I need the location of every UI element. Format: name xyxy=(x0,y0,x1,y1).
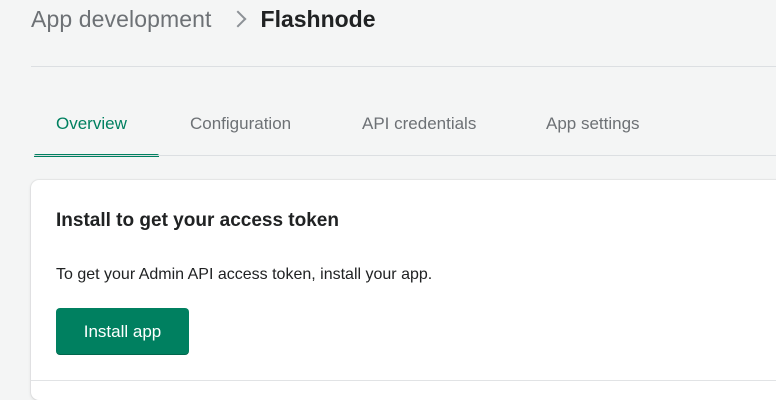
tab-overview-label: Overview xyxy=(56,114,127,133)
tab-api-credentials[interactable]: API credentials xyxy=(331,92,515,156)
tab-api-credentials-label: API credentials xyxy=(362,114,477,133)
tab-configuration-label: Configuration xyxy=(190,114,292,133)
tab-app-settings[interactable]: App settings xyxy=(515,92,665,156)
page-header: App development Flashnode xyxy=(31,2,376,36)
card-description: To get your Admin API access token, inst… xyxy=(56,266,433,283)
page-title: Flashnode xyxy=(260,5,376,32)
tab-app-settings-label: App settings xyxy=(546,114,640,133)
card-section-divider xyxy=(31,380,776,381)
tab-configuration[interactable]: Configuration xyxy=(159,92,331,156)
card-title: Install to get your access token xyxy=(56,210,339,231)
tab-bar: Overview Configuration API credentials A… xyxy=(34,92,776,157)
header-divider xyxy=(31,66,776,67)
install-app-button[interactable]: Install app xyxy=(56,308,189,355)
install-card: Install to get your access token To get … xyxy=(31,180,776,400)
tab-overview[interactable]: Overview xyxy=(34,92,159,157)
tabs-divider xyxy=(34,155,776,156)
breadcrumb-parent-link[interactable]: App development xyxy=(31,6,212,33)
page: App development Flashnode Overview Confi… xyxy=(0,0,776,400)
chevron-right-icon xyxy=(229,10,247,28)
